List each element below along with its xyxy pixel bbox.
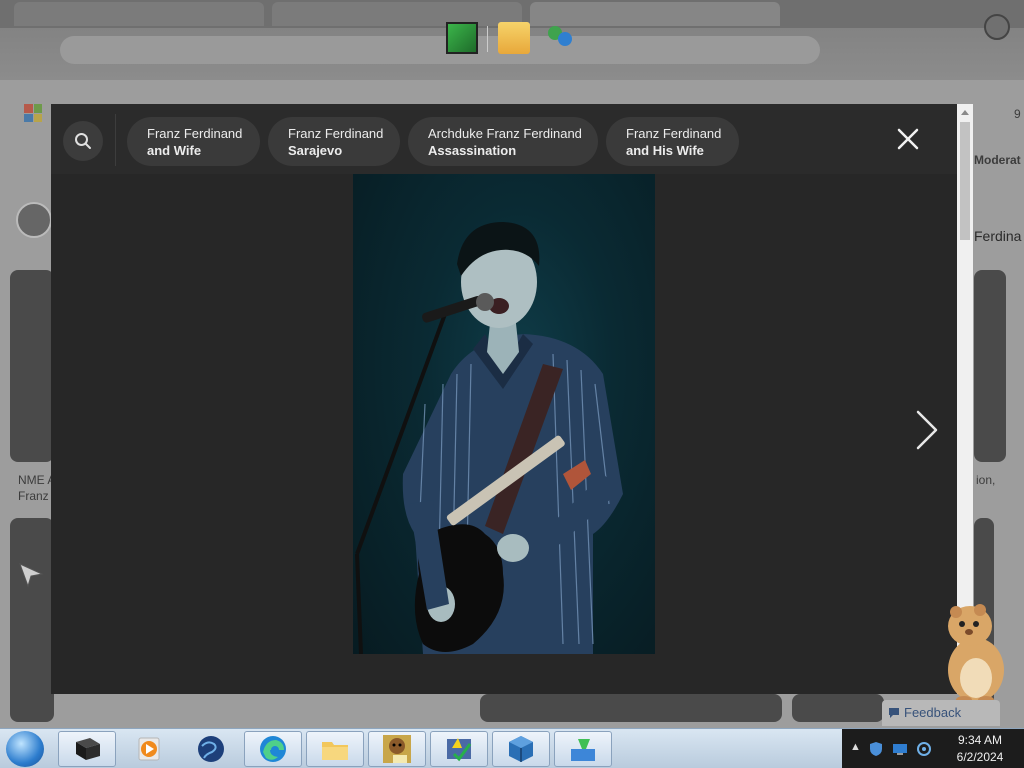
photo-musician-singing-with-guitar (355, 222, 623, 654)
cursor-arrow-icon (19, 563, 44, 588)
box-app-icon (383, 735, 411, 763)
background-search-tab-text: Ferdina (974, 228, 1022, 244)
search-button[interactable] (63, 121, 103, 161)
related-searches-bar: Franz Ferdinand and Wife Franz Ferdinand… (51, 104, 957, 174)
globe-icon (198, 736, 224, 762)
related-search-chip[interactable]: Franz Ferdinand and Wife (127, 117, 260, 166)
related-search-chip[interactable]: Archduke Franz Ferdinand Assassination (408, 117, 598, 166)
edge-icon (260, 736, 286, 762)
installer-icon (571, 739, 595, 761)
background-avatar (16, 202, 52, 238)
messenger-icon[interactable] (544, 22, 576, 54)
volume-icon[interactable] (916, 741, 932, 757)
taskbar-virtualbox[interactable] (492, 731, 550, 767)
briefcase-icon[interactable] (984, 14, 1010, 40)
background-image-card[interactable] (974, 270, 1006, 462)
taskbar: ▲ 9:34 AM 6/2/2024 (0, 728, 1024, 768)
clock-time: 9:34 AM (957, 733, 1003, 747)
scrollbar-thumb[interactable] (960, 122, 970, 240)
related-search-chip[interactable]: Franz Ferdinand and His Wife (606, 117, 739, 166)
taskbar-file-explorer[interactable] (306, 731, 364, 767)
chip-label: Franz Ferdinand (626, 126, 722, 141)
header-divider (115, 114, 116, 166)
chip-label-bold: and Wife (147, 143, 202, 158)
background-number-text: 9 (1014, 107, 1021, 121)
chevron-right-icon[interactable] (912, 408, 942, 452)
terminal-icon (76, 738, 100, 760)
task-check-icon (447, 738, 472, 762)
taskbar-task-check[interactable] (430, 731, 488, 767)
chip-label: Franz Ferdinand (288, 126, 384, 141)
feedback-icon (889, 708, 899, 718)
search-icon (75, 133, 91, 149)
start-button-windows-icon[interactable] (6, 731, 44, 767)
background-image-card[interactable] (792, 694, 884, 722)
chip-label-bold: and His Wife (626, 143, 704, 158)
address-bar[interactable] (60, 36, 820, 64)
chip-label: Archduke Franz Ferdinand (428, 126, 582, 141)
taskbar-media-player[interactable] (120, 731, 178, 767)
image-viewer-overlay: Franz Ferdinand and Wife Franz Ferdinand… (51, 104, 957, 694)
related-search-chip[interactable]: Franz Ferdinand Sarajevo (268, 117, 400, 166)
background-image-card[interactable] (10, 518, 54, 722)
tray-overflow-chevron-icon[interactable]: ▲ (850, 741, 861, 753)
clock-date: 6/2/2024 (956, 750, 1004, 764)
safesearch-moderate-text: Moderat (974, 153, 1021, 167)
chip-label-bold: Sarajevo (288, 143, 343, 158)
shield-icon[interactable] (868, 741, 884, 757)
taskbar-terminal[interactable] (58, 731, 116, 767)
close-icon[interactable] (893, 124, 923, 154)
taskbar-edge[interactable] (244, 731, 302, 767)
taskbar-installer[interactable] (554, 731, 612, 767)
background-caption-right: ion, (976, 473, 996, 487)
taskbar-globe[interactable] (182, 731, 240, 767)
browser-tab[interactable] (14, 2, 264, 26)
cube-app-icon[interactable] (446, 22, 478, 54)
feedback-label: Feedback (904, 705, 962, 720)
taskbar-clock[interactable]: 9:34 AM 6/2/2024 (940, 732, 1020, 766)
quick-launch-divider (487, 26, 488, 52)
background-caption: NME A Franz (18, 473, 56, 503)
feedback-button[interactable]: Feedback (882, 700, 1000, 726)
main-photo[interactable] (353, 174, 655, 654)
background-image-card[interactable] (480, 694, 782, 722)
hamster-desktop-pet[interactable] (942, 600, 1006, 704)
media-player-icon (138, 737, 160, 761)
chip-label: Franz Ferdinand (147, 126, 243, 141)
chip-label-bold: Assassination (428, 143, 517, 158)
photo-viewer-icon[interactable] (498, 22, 530, 54)
background-image-card[interactable] (10, 270, 54, 462)
taskbar-box-app[interactable] (368, 731, 426, 767)
browser-tab[interactable] (272, 2, 522, 26)
virtualbox-icon (509, 736, 533, 762)
scroll-up-arrow-icon[interactable] (957, 104, 973, 120)
microsoft-logo-icon (24, 104, 42, 122)
network-monitor-icon[interactable] (892, 741, 908, 757)
file-explorer-icon (322, 742, 348, 760)
